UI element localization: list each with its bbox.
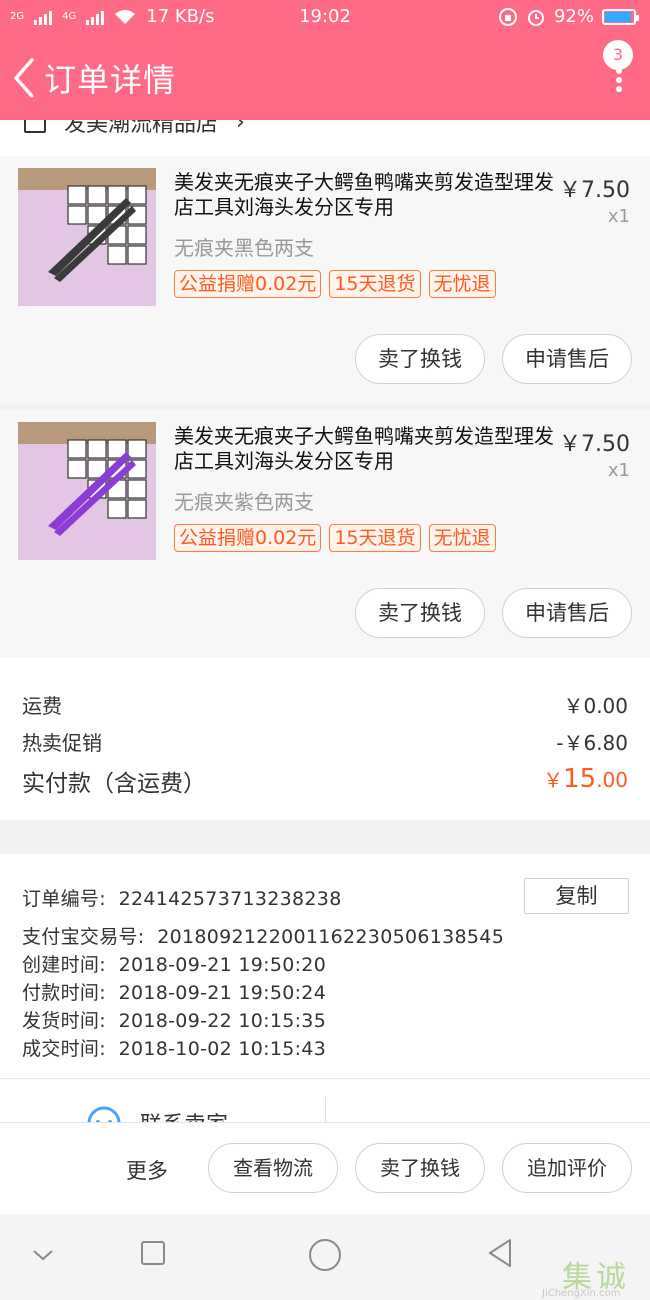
- watermark-logo: 集诚信 JiChengXin.com: [528, 1252, 644, 1300]
- battery-fill: [605, 11, 631, 22]
- product-name[interactable]: 美发夹无痕夹子大鳄鱼鸭嘴夹剪发造型理发店工具刘海头发分区专用: [174, 170, 554, 220]
- done-line: 成交时间: 2018-10-02 10:15:43: [22, 1034, 326, 1061]
- bottom-action-bar: 更多 查看物流 卖了换钱 追加评价: [0, 1122, 650, 1214]
- total-decimal: .00: [596, 768, 628, 792]
- alarm-icon: [527, 9, 544, 26]
- notification-badge[interactable]: 3: [603, 40, 633, 70]
- shipped-label: 发货时间:: [22, 1010, 106, 1032]
- done-label: 成交时间:: [22, 1038, 106, 1060]
- rotation-lock-icon: [498, 7, 517, 26]
- page-title: 订单详情: [44, 61, 177, 99]
- sell-button[interactable]: 卖了换钱: [355, 1143, 485, 1193]
- battery-icon: [602, 8, 639, 25]
- product-card[interactable]: 美发夹无痕夹子大鳄鱼鸭嘴夹剪发造型理发店工具刘海头发分区专用 ￥7.50 x1 …: [0, 410, 650, 658]
- battery-percent: 92%: [553, 6, 594, 27]
- watermark-subtext: JiChengXin.com: [542, 1288, 621, 1299]
- after-sales-button[interactable]: 申请售后: [502, 334, 632, 384]
- product-name[interactable]: 美发夹无痕夹子大鳄鱼鸭嘴夹剪发造型理发店工具刘海头发分区专用: [174, 424, 554, 474]
- worry-free-return-tag: 无忧退: [428, 270, 496, 298]
- paid-time: 2018-09-21 19:50:24: [118, 982, 327, 1004]
- sell-button[interactable]: 卖了换钱: [355, 588, 485, 638]
- status-bar: 2G 4G 17 KB/s 19:02 92%: [0, 0, 650, 36]
- return-15-day-tag: 15天退货: [329, 524, 421, 552]
- chevron-down-icon[interactable]: [32, 1248, 54, 1262]
- price-summary: 运费 ￥0.00 热卖促销 -￥6.80 实付款（含运费） ￥15.00: [0, 658, 650, 820]
- total-integer: 15: [563, 764, 597, 794]
- add-review-button[interactable]: 追加评价: [502, 1143, 632, 1193]
- copy-button[interactable]: 复制: [524, 878, 629, 914]
- product-sku: 无痕夹黑色两支: [174, 236, 314, 260]
- shop-row[interactable]: 发美潮流精品店 ›: [0, 120, 650, 156]
- product-price: ￥7.50: [559, 178, 630, 203]
- contact-seller-label[interactable]: 联系卖家: [140, 1107, 228, 1122]
- shipping-label: 运费: [22, 694, 62, 718]
- app-header: 订单详情 3: [0, 36, 650, 120]
- after-sales-button[interactable]: 申请售后: [502, 588, 632, 638]
- created-label: 创建时间:: [22, 954, 106, 976]
- divider: [325, 1097, 326, 1122]
- alipay-line: 支付宝交易号: 2018092122001162230506138545: [22, 922, 504, 949]
- charity-tag: 公益捐赠0.02元: [174, 524, 322, 552]
- contact-seller-row[interactable]: 联系卖家: [0, 1078, 650, 1122]
- shop-name: 发美潮流精品店: [64, 120, 219, 137]
- shop-icon: [24, 120, 46, 133]
- paid-line: 付款时间: 2018-09-21 19:50:24: [22, 978, 326, 1005]
- product-sku: 无痕夹紫色两支: [174, 490, 314, 514]
- product-image[interactable]: [18, 422, 156, 560]
- total-value: ￥15.00: [543, 764, 628, 794]
- status-right: 92%: [498, 6, 639, 27]
- service-tags: 公益捐赠0.02元 15天退货 无忧退: [174, 270, 496, 298]
- chat-icon[interactable]: [86, 1105, 122, 1122]
- order-number-line: 订单编号: 224142573713238238: [22, 884, 342, 911]
- service-tags: 公益捐赠0.02元 15天退货 无忧退: [174, 524, 496, 552]
- paid-label: 付款时间:: [22, 982, 106, 1004]
- shipping-row: 运费 ￥0.00: [22, 690, 628, 719]
- done-time: 2018-10-02 10:15:43: [118, 1038, 327, 1060]
- shipped-line: 发货时间: 2018-09-22 10:15:35: [22, 1006, 326, 1033]
- sell-button[interactable]: 卖了换钱: [355, 334, 485, 384]
- worry-free-return-tag: 无忧退: [428, 524, 496, 552]
- order-info: 订单编号: 224142573713238238 复制 支付宝交易号: 2018…: [0, 854, 650, 1078]
- back-arrow-icon[interactable]: [10, 56, 40, 100]
- product-price: ￥7.50: [559, 432, 630, 457]
- total-row: 实付款（含运费） ￥15.00: [22, 764, 628, 798]
- total-label: 实付款（含运费）: [22, 771, 206, 797]
- promo-value: -￥6.80: [556, 731, 628, 755]
- charity-tag: 公益捐赠0.02元: [174, 270, 322, 298]
- home-icon[interactable]: [308, 1238, 342, 1272]
- chevron-right-icon: ›: [236, 120, 245, 135]
- alipay-number: 2018092122001162230506138545: [157, 926, 505, 948]
- more-menu-icon[interactable]: [616, 68, 624, 92]
- order-number-label: 订单编号:: [22, 888, 106, 910]
- more-button[interactable]: 更多: [126, 1155, 168, 1185]
- product-quantity: x1: [607, 460, 630, 481]
- return-15-day-tag: 15天退货: [329, 270, 421, 298]
- shipping-value: ￥0.00: [563, 694, 628, 718]
- product-card[interactable]: 美发夹无痕夹子大鳄鱼鸭嘴夹剪发造型理发店工具刘海头发分区专用 ￥7.50 x1 …: [0, 156, 650, 404]
- back-icon[interactable]: [486, 1238, 514, 1268]
- total-currency: ￥: [543, 768, 564, 792]
- view-logistics-button[interactable]: 查看物流: [208, 1143, 338, 1193]
- product-image[interactable]: [18, 168, 156, 306]
- alipay-label: 支付宝交易号:: [22, 926, 145, 948]
- product-quantity: x1: [607, 206, 630, 227]
- created-time: 2018-09-21 19:50:20: [118, 954, 327, 976]
- order-number: 224142573713238238: [118, 888, 342, 910]
- promo-label: 热卖促销: [22, 731, 102, 755]
- promo-row: 热卖促销 -￥6.80: [22, 727, 628, 756]
- recent-apps-icon[interactable]: [140, 1240, 166, 1266]
- shipped-time: 2018-09-22 10:15:35: [118, 1010, 327, 1032]
- created-line: 创建时间: 2018-09-21 19:50:20: [22, 950, 326, 977]
